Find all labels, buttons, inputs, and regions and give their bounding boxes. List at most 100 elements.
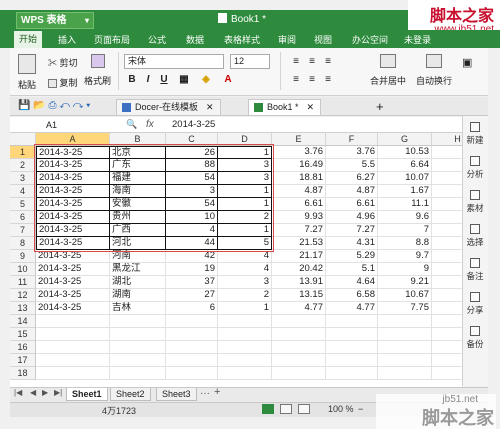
cell-a1[interactable]: 2014-3-25 [36,146,110,159]
column-header-b[interactable]: B [110,133,166,146]
cell-b5[interactable]: 安徽 [110,198,166,211]
cell-f14[interactable] [326,315,378,328]
cell-f11[interactable]: 4.64 [326,276,378,289]
row-header-17[interactable]: 17 [10,354,36,367]
row-header-2[interactable]: 2 [10,159,36,172]
column-header-a[interactable]: A [36,133,110,146]
cell-f18[interactable] [326,367,378,380]
cell-b12[interactable]: 湖南 [110,289,166,302]
row-header-3[interactable]: 3 [10,172,36,185]
row-header-10[interactable]: 10 [10,263,36,276]
font-family-select[interactable]: 宋体 [124,54,224,69]
cell-d12[interactable]: 2 [218,289,272,302]
app-menu-button[interactable]: WPS 表格 ▾ [16,12,94,29]
cell-h7[interactable] [432,224,462,237]
cell-b6[interactable]: 贵州 [110,211,166,224]
cell-d10[interactable]: 4 [218,263,272,276]
row-header-4[interactable]: 4 [10,185,36,198]
sheet-tab-sheet1[interactable]: Sheet1 [66,388,108,401]
zoom-out-button[interactable]: − [358,404,363,414]
cell-c12[interactable]: 27 [166,289,218,302]
cell-d14[interactable] [218,315,272,328]
side-new-button[interactable]: 新建 [463,122,487,146]
cell-a5[interactable]: 2014-3-25 [36,198,110,211]
cell-d8[interactable]: 5 [218,237,272,250]
more-icon[interactable]: ▣ [462,56,472,69]
quick-access-icons[interactable]: 💾 📂 ⎙ ↶ ↷ ▾ [18,100,90,111]
column-header-g[interactable]: G [378,133,432,146]
side-assets-button[interactable]: 素材 [463,190,487,214]
row-header-14[interactable]: 14 [10,315,36,328]
cell-e6[interactable]: 9.93 [272,211,326,224]
cell-e16[interactable] [272,341,326,354]
column-header-e[interactable]: E [272,133,326,146]
cell-b13[interactable]: 吉林 [110,302,166,315]
cell-e4[interactable]: 4.87 [272,185,326,198]
align-right-icon[interactable]: ≡ [322,74,334,86]
font-color-icon[interactable]: A [222,74,234,86]
row-header-16[interactable]: 16 [10,341,36,354]
align-bottom-icon[interactable]: ≡ [322,56,334,68]
row-header-6[interactable]: 6 [10,211,36,224]
cell-b10[interactable]: 黑龙江 [110,263,166,276]
cell-c13[interactable]: 6 [166,302,218,315]
tab-book1[interactable]: Book1 * ✕ [248,99,322,115]
cell-d7[interactable]: 1 [218,224,272,237]
cell-e9[interactable]: 21.17 [272,250,326,263]
menu-login[interactable]: 未登录 [404,33,431,46]
cell-b3[interactable]: 福建 [110,172,166,185]
cell-c17[interactable] [166,354,218,367]
cell-f17[interactable] [326,354,378,367]
cell-g6[interactable]: 9.6 [378,211,432,224]
cell-d4[interactable]: 1 [218,185,272,198]
column-header-f[interactable]: F [326,133,378,146]
cell-c18[interactable] [166,367,218,380]
row-header-8[interactable]: 8 [10,237,36,250]
cell-g2[interactable]: 6.64 [378,159,432,172]
menu-data[interactable]: 数据 [186,33,204,46]
cell-d2[interactable]: 3 [218,159,272,172]
menu-formulas[interactable]: 公式 [148,33,166,46]
zoom-to-cell-icon[interactable]: 🔍 [126,119,137,130]
cell-d15[interactable] [218,328,272,341]
cell-d16[interactable] [218,341,272,354]
cell-f6[interactable]: 4.96 [326,211,378,224]
merge-center-button[interactable]: 合并居中 [370,54,406,87]
cell-h9[interactable] [432,250,462,263]
cell-f13[interactable]: 4.77 [326,302,378,315]
cell-c6[interactable]: 10 [166,211,218,224]
cell-c7[interactable]: 4 [166,224,218,237]
row-header-13[interactable]: 13 [10,302,36,315]
cell-c10[interactable]: 19 [166,263,218,276]
cell-g10[interactable]: 9 [378,263,432,276]
cell-h13[interactable] [432,302,462,315]
cell-c2[interactable]: 88 [166,159,218,172]
cell-a12[interactable]: 2014-3-25 [36,289,110,302]
first-sheet-arrow-icon[interactable]: |◀ [14,388,22,397]
cell-h1[interactable] [432,146,462,159]
cell-e2[interactable]: 16.49 [272,159,326,172]
paste-button[interactable]: 粘贴 [18,54,36,91]
cell-c9[interactable]: 42 [166,250,218,263]
cell-e18[interactable] [272,367,326,380]
cell-h8[interactable] [432,237,462,250]
menu-insert[interactable]: 插入 [58,33,76,46]
cell-a15[interactable] [36,328,110,341]
cell-c8[interactable]: 44 [166,237,218,250]
row-header-12[interactable]: 12 [10,289,36,302]
cell-e8[interactable]: 21.53 [272,237,326,250]
cell-h11[interactable] [432,276,462,289]
cell-h6[interactable] [432,211,462,224]
row-header-5[interactable]: 5 [10,198,36,211]
cell-g12[interactable]: 10.67 [378,289,432,302]
wrap-text-button[interactable]: 自动换行 [416,54,452,87]
cell-c5[interactable]: 54 [166,198,218,211]
fill-color-icon[interactable]: ◈ [200,74,212,86]
cell-a18[interactable] [36,367,110,380]
cell-g17[interactable] [378,354,432,367]
borders-icon[interactable]: ▦ [178,74,190,86]
cell-f7[interactable]: 7.27 [326,224,378,237]
cell-h3[interactable] [432,172,462,185]
cell-b18[interactable] [110,367,166,380]
cell-c11[interactable]: 37 [166,276,218,289]
